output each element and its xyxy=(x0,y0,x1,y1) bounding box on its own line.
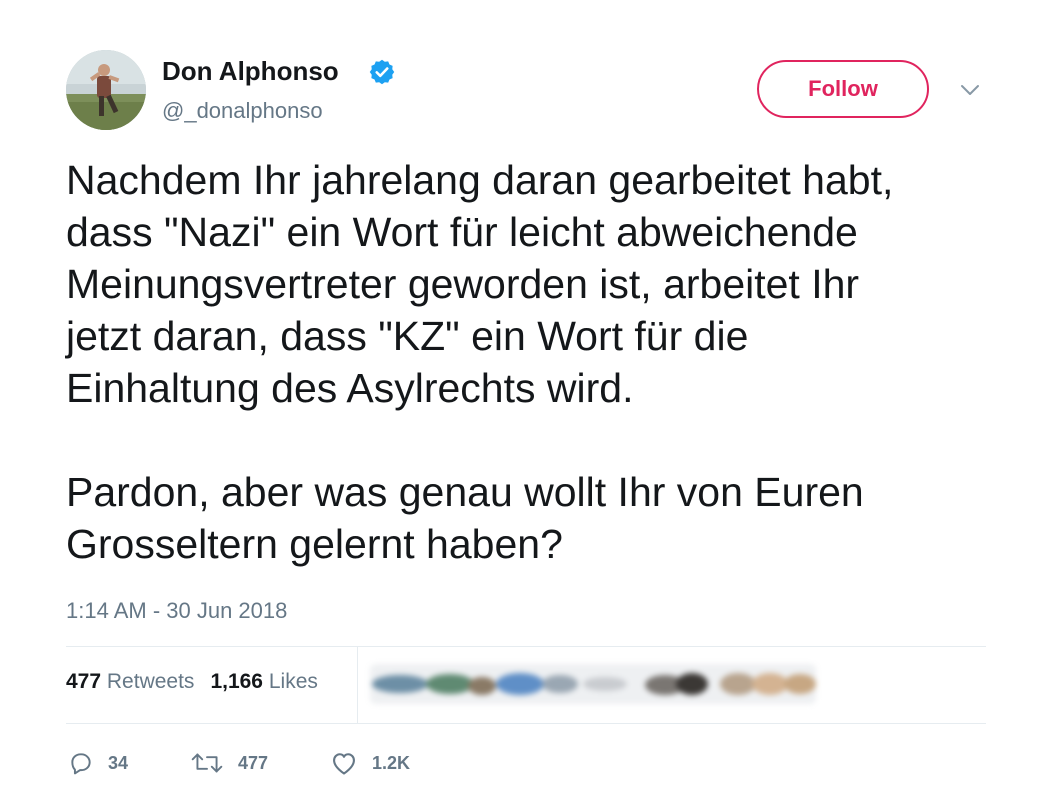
heart-icon xyxy=(333,753,355,775)
engagement-stats: 477 Retweets 1,166 Likes xyxy=(66,670,318,694)
profile-photo-icon xyxy=(66,50,146,130)
divider xyxy=(66,646,986,647)
tweet-paragraph: Pardon, aber was genau wollt Ihr von Eur… xyxy=(66,469,864,567)
retweet-count: 477 xyxy=(238,752,269,773)
likes-stat[interactable]: 1,166 Likes xyxy=(210,670,317,693)
avatar[interactable] xyxy=(66,50,146,130)
likes-count: 1,166 xyxy=(210,670,263,693)
display-name[interactable]: Don Alphonso xyxy=(162,56,339,87)
chevron-down-icon[interactable] xyxy=(958,80,982,100)
retweet-icon xyxy=(191,753,223,773)
reply-count: 34 xyxy=(108,752,129,773)
reply-icon xyxy=(71,753,91,775)
likes-label: Likes xyxy=(268,670,318,693)
reply-button[interactable]: 34 xyxy=(68,748,128,778)
tweet-paragraph: Nachdem Ihr jahrelang daran gearbeitet h… xyxy=(66,157,894,411)
tweet-timestamp[interactable]: 1:14 AM - 30 Jun 2018 xyxy=(66,598,287,624)
liker-avatars xyxy=(370,664,816,704)
like-button[interactable]: 1.2K xyxy=(330,748,410,778)
tweet-card: Don Alphonso @_donalphonso Follow Nachde… xyxy=(0,0,1050,804)
tweet-text: Nachdem Ihr jahrelang daran gearbeitet h… xyxy=(66,154,986,570)
blurred-avatars-icon xyxy=(370,664,816,704)
like-count: 1.2K xyxy=(372,752,411,773)
retweet-button[interactable]: 477 xyxy=(190,748,268,778)
divider xyxy=(66,723,986,724)
follow-button[interactable]: Follow xyxy=(757,60,929,118)
retweets-count: 477 xyxy=(66,670,102,693)
verified-badge-icon xyxy=(369,59,395,85)
stats-separator xyxy=(357,646,358,724)
retweets-label: Retweets xyxy=(106,670,195,693)
retweets-stat[interactable]: 477 Retweets xyxy=(66,670,194,693)
user-handle[interactable]: @_donalphonso xyxy=(162,98,323,124)
